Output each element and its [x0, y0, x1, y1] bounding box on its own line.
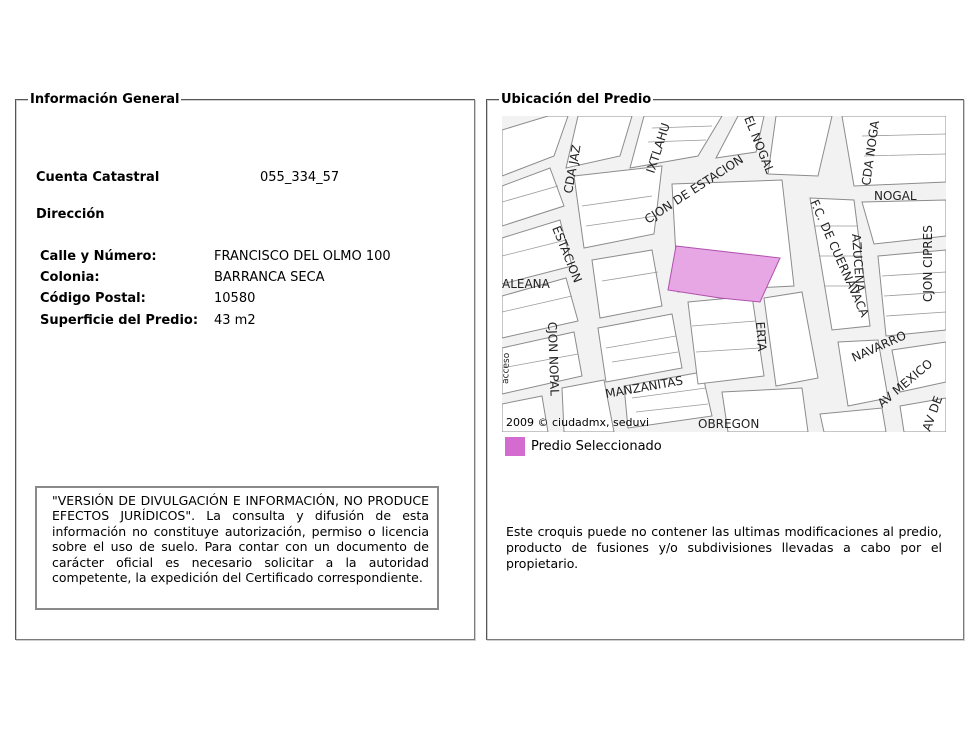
colonia-label: Colonia:: [40, 270, 100, 285]
codigo-postal-label: Código Postal:: [40, 291, 146, 306]
legal-disclaimer: "VERSIÓN DE DIVULGACIÓN E INFORMACIÓN, N…: [35, 486, 439, 610]
street-aleana: ALEANA: [502, 277, 551, 291]
general-info-panel: Información General Cuenta Catastral 055…: [15, 92, 475, 640]
map-disclaimer-note: Este croquis puede no contener las ultim…: [506, 524, 942, 571]
codigo-postal-value: 10580: [214, 291, 256, 306]
general-info-legend: Información General: [28, 92, 182, 107]
superficie-label: Superficie del Predio:: [40, 313, 199, 328]
colonia-value: BARRANCA SECA: [214, 270, 325, 285]
superficie-value: 43 m2: [214, 313, 256, 328]
calle-value: FRANCISCO DEL OLMO 100: [214, 249, 391, 264]
street-cjon-nopal: CJON NOPAL: [545, 322, 562, 397]
selected-parcel-label: Predio Seleccionado: [531, 439, 662, 454]
direccion-heading: Dirección: [36, 207, 105, 222]
cuenta-catastral-value: 055_334_57: [260, 170, 340, 185]
location-panel: Ubicación del Predio CDA JAZ IXTLAHU EL …: [486, 92, 964, 640]
street-erta: ERTA: [753, 321, 769, 352]
street-cjon-cipres: CJON CIPRES: [921, 225, 935, 302]
cuenta-catastral-label: Cuenta Catastral: [36, 170, 160, 185]
location-legend: Ubicación del Predio: [499, 92, 654, 107]
parcel-map[interactable]: CDA JAZ IXTLAHU EL NOGAL CJON DE ESTACIO…: [502, 116, 946, 432]
calle-label: Calle y Número:: [40, 249, 157, 264]
street-acceso: acceso: [502, 352, 512, 384]
selected-parcel-swatch: [505, 437, 525, 456]
map-svg: CDA JAZ IXTLAHU EL NOGAL CJON DE ESTACIO…: [502, 116, 946, 432]
map-copyright: 2009 © ciudadmx, seduvi: [506, 416, 650, 429]
street-obregon: OBREGON: [698, 417, 759, 431]
street-nogal: NOGAL: [874, 189, 917, 203]
